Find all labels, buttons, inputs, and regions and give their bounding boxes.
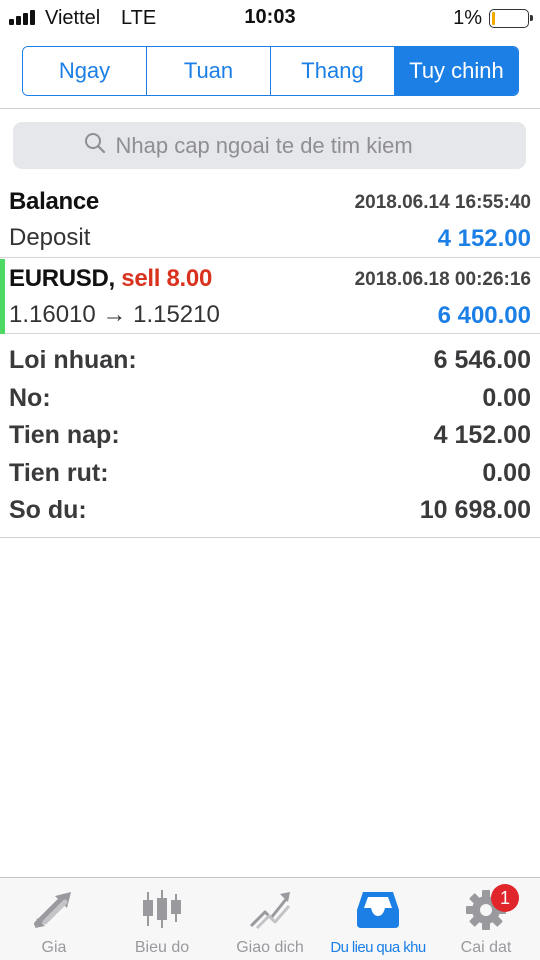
- trade-symbol: EURUSD,: [9, 265, 115, 292]
- trade-chart-icon: [247, 878, 293, 935]
- summary-label: No:: [9, 383, 51, 412]
- summary-value: 6 546.00: [433, 346, 531, 375]
- tab-giao-dich[interactable]: Giao dich: [216, 878, 324, 960]
- summary-section: Loi nhuan: 6 546.00 No: 0.00 Tien nap: 4…: [0, 342, 540, 538]
- summary-row-loi-nhuan: Loi nhuan: 6 546.00: [0, 342, 540, 380]
- tab-gia[interactable]: Gia: [0, 878, 108, 960]
- tab-label: Cai dat: [460, 939, 512, 956]
- segment-tuy-chinh[interactable]: Tuy chinh: [395, 47, 518, 95]
- search-input[interactable]: [115, 132, 456, 159]
- search-bar[interactable]: [13, 122, 526, 169]
- history-row-trade[interactable]: EURUSD, sell 8.00 1.16010 → 1.15210 2018…: [0, 259, 540, 334]
- inbox-tray-icon: [355, 878, 401, 935]
- history-row-balance[interactable]: Balance Deposit 2018.06.14 16:55:40 4 15…: [0, 182, 540, 258]
- summary-label: Tien rut:: [9, 458, 109, 487]
- summary-value: 10 698.00: [419, 496, 531, 525]
- segment-tuan[interactable]: Tuan: [147, 47, 271, 95]
- tab-du-lieu-qua-khu[interactable]: Du lieu qua khu: [324, 878, 432, 960]
- bottom-tab-bar: Gia Bieu do Giao dich Du lieu qua khu 1 …: [0, 877, 540, 960]
- notification-badge: 1: [491, 884, 519, 912]
- balance-amount: 4 152.00: [437, 225, 531, 252]
- trade-prices: 1.16010 → 1.15210: [9, 301, 220, 328]
- battery-percent: 1%: [453, 7, 482, 29]
- trade-status-marker: [0, 259, 5, 334]
- battery-icon: [489, 9, 533, 28]
- summary-label: So du:: [9, 496, 87, 525]
- status-bar: Viettel LTE 10:03 1%: [0, 0, 540, 36]
- summary-row-tien-rut: Tien rut: 0.00: [0, 455, 540, 493]
- segment-thang[interactable]: Thang: [271, 47, 395, 95]
- balance-type: Deposit: [9, 224, 91, 251]
- summary-label: Tien nap:: [9, 421, 120, 450]
- quotes-arrows-icon: [31, 878, 77, 935]
- summary-row-no: No: 0.00: [0, 380, 540, 418]
- trade-action: sell 8.00: [121, 265, 213, 292]
- summary-row-so-du: So du: 10 698.00: [0, 492, 540, 530]
- trade-profit: 6 400.00: [437, 302, 531, 329]
- tab-label: Du lieu qua khu: [330, 939, 426, 956]
- tab-label: Giao dich: [236, 939, 304, 956]
- summary-value: 4 152.00: [433, 421, 531, 450]
- balance-time: 2018.06.14 16:55:40: [354, 192, 531, 213]
- segment-ngay[interactable]: Ngay: [23, 47, 147, 95]
- period-segmented-control: Ngay Tuan Thang Tuy chinh: [22, 46, 519, 96]
- search-icon: [84, 132, 106, 159]
- summary-value: 0.00: [482, 383, 531, 412]
- candlestick-chart-icon: [139, 878, 185, 935]
- summary-value: 0.00: [482, 458, 531, 487]
- balance-title: Balance: [9, 188, 99, 215]
- header-divider: [0, 108, 540, 109]
- tab-label: Bieu do: [134, 939, 190, 956]
- tab-bieu-do[interactable]: Bieu do: [108, 878, 216, 960]
- summary-row-tien-nap: Tien nap: 4 152.00: [0, 417, 540, 455]
- tab-label: Gia: [41, 939, 67, 956]
- tab-cai-dat[interactable]: 1 Cai dat: [432, 878, 540, 960]
- trade-title: EURUSD, sell 8.00: [9, 265, 212, 293]
- summary-label: Loi nhuan:: [9, 346, 137, 375]
- trade-time: 2018.06.18 00:26:16: [354, 269, 531, 290]
